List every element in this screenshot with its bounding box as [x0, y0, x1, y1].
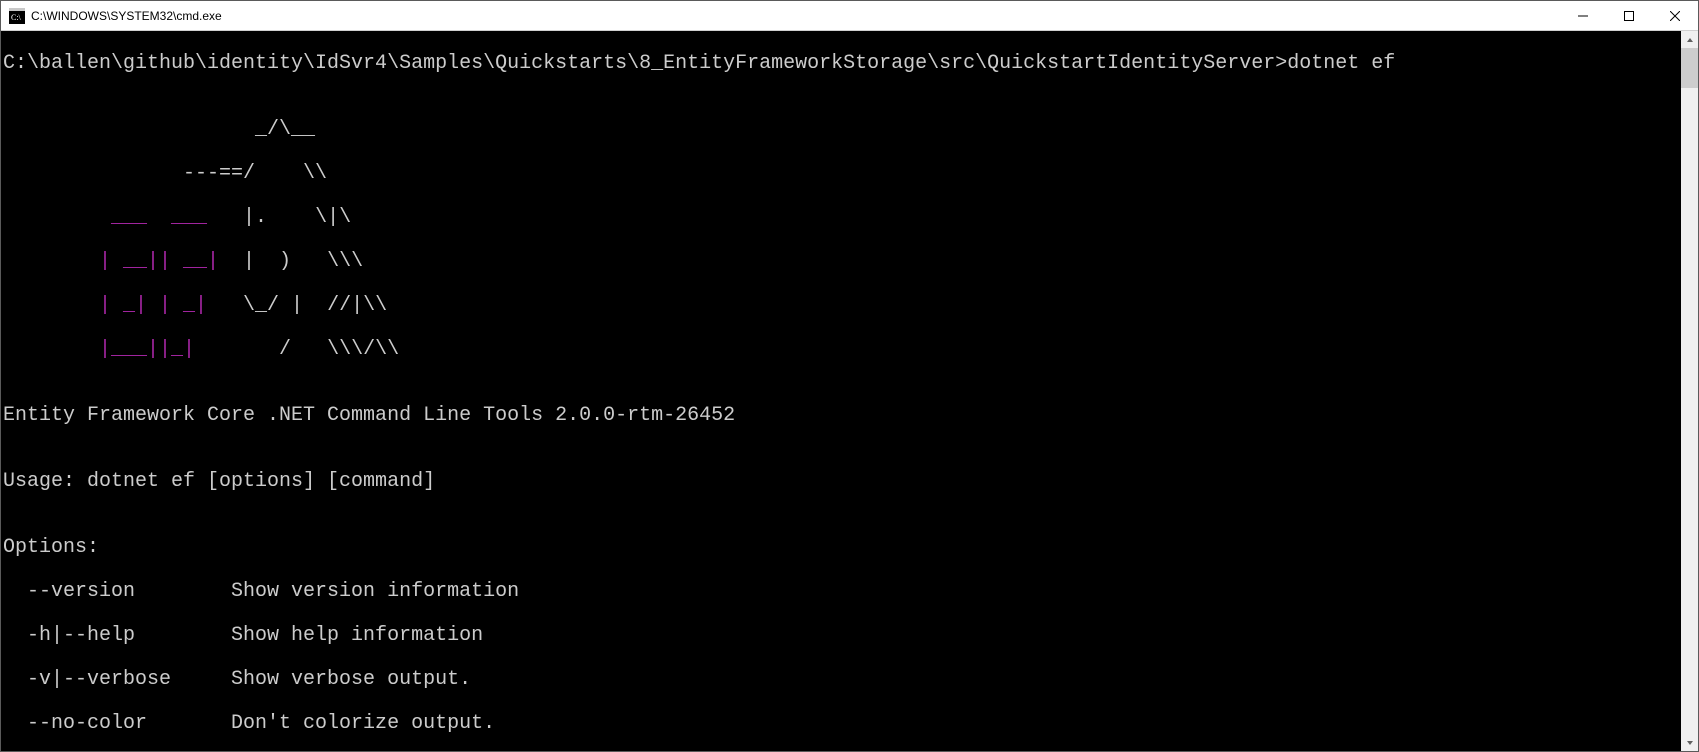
usage-line: Usage: dotnet ef [options] [command]: [3, 471, 1679, 493]
client-area: C:\ballen\github\identity\IdSvr4\Samples…: [1, 31, 1698, 751]
tool-version-line: Entity Framework Core .NET Command Line …: [3, 405, 1679, 427]
terminal-output[interactable]: C:\ballen\github\identity\IdSvr4\Samples…: [1, 31, 1681, 751]
titlebar[interactable]: C:\ C:\WINDOWS\SYSTEM32\cmd.exe: [1, 1, 1698, 31]
prompt: C:\ballen\github\identity\IdSvr4\Samples…: [3, 52, 1287, 75]
scroll-up-arrow-icon[interactable]: [1681, 31, 1698, 48]
window-title: C:\WINDOWS\SYSTEM32\cmd.exe: [31, 9, 1560, 23]
ascii-art-line: |___||_| / \\\/\\: [3, 339, 1679, 361]
typed-command: dotnet ef: [1287, 52, 1395, 75]
maximize-button[interactable]: [1606, 1, 1652, 30]
scrollbar-track[interactable]: [1681, 48, 1698, 734]
scrollbar-thumb[interactable]: [1681, 48, 1698, 88]
option-line: --version Show version information: [3, 581, 1679, 603]
option-line: -v|--verbose Show verbose output.: [3, 669, 1679, 691]
ascii-art-line: _/\__: [3, 119, 1679, 141]
option-line: -h|--help Show help information: [3, 625, 1679, 647]
ascii-art-line: ___ ___ |. \|\: [3, 207, 1679, 229]
vertical-scrollbar[interactable]: [1681, 31, 1698, 751]
svg-text:C:\: C:\: [11, 13, 22, 22]
cmd-window: C:\ C:\WINDOWS\SYSTEM32\cmd.exe C:\balle…: [0, 0, 1699, 752]
ascii-art-line: | _| | _| \_/ | //|\\: [3, 295, 1679, 317]
window-controls: [1560, 1, 1698, 30]
ascii-art-line: ---==/ \\: [3, 163, 1679, 185]
ascii-art-line: | __|| __| | ) \\\: [3, 251, 1679, 273]
option-line: --no-color Don't colorize output.: [3, 713, 1679, 735]
cmd-app-icon: C:\: [9, 8, 25, 24]
close-button[interactable]: [1652, 1, 1698, 30]
minimize-button[interactable]: [1560, 1, 1606, 30]
prompt-line-1: C:\ballen\github\identity\IdSvr4\Samples…: [3, 53, 1679, 75]
scroll-down-arrow-icon[interactable]: [1681, 734, 1698, 751]
options-header: Options:: [3, 537, 1679, 559]
